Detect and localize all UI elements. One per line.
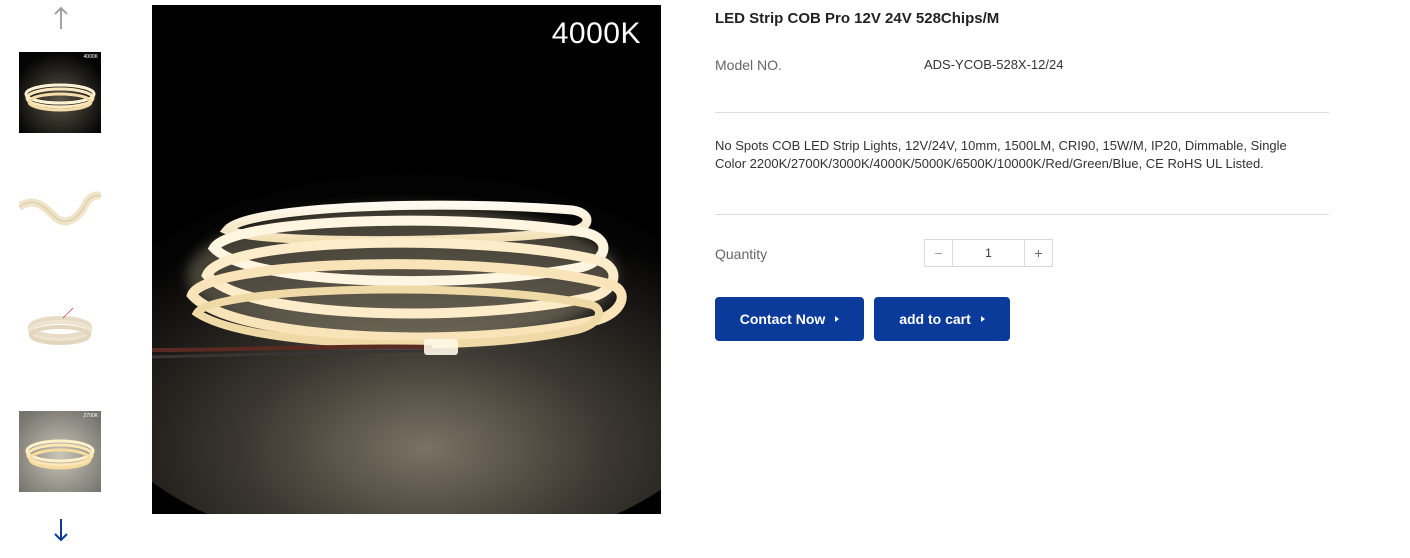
product-title: LED Strip COB Pro 12V 24V 528Chips/M	[715, 10, 1000, 27]
arrow-up-icon[interactable]	[50, 4, 72, 32]
contact-now-button[interactable]: Contact Now	[715, 297, 864, 341]
divider	[715, 214, 1329, 215]
add-to-cart-label: add to cart	[899, 311, 971, 327]
divider	[715, 112, 1329, 113]
model-value: ADS-YCOB-528X-12/24	[924, 57, 1064, 72]
color-temperature-label: 4000K	[551, 17, 641, 50]
thumbnail-label: 4000K	[83, 54, 98, 60]
quantity-label: Quantity	[715, 246, 768, 262]
model-label: Model NO.	[715, 57, 782, 73]
caret-right-icon	[835, 316, 840, 322]
main-product-image: 4000K	[152, 5, 661, 514]
thumbnail-gallery: 4000K 2700K	[0, 0, 120, 558]
quantity-input[interactable]	[953, 240, 1024, 266]
quantity-stepper: − +	[924, 239, 1053, 267]
thumbnail-2[interactable]	[19, 171, 101, 252]
thumbnail-4[interactable]: 2700K	[19, 411, 101, 492]
add-to-cart-button[interactable]: add to cart	[874, 297, 1010, 341]
caret-right-icon	[980, 316, 985, 322]
thumbnail-3[interactable]	[19, 290, 101, 371]
thumbnail-1[interactable]: 4000K	[19, 52, 101, 133]
contact-now-label: Contact Now	[739, 311, 826, 327]
thumbnail-label: 2700K	[83, 413, 98, 419]
decrease-quantity-button[interactable]: −	[925, 240, 953, 266]
arrow-down-icon[interactable]	[50, 516, 72, 544]
product-description: No Spots COB LED Strip Lights, 12V/24V, …	[715, 138, 1287, 171]
increase-quantity-button[interactable]: +	[1024, 240, 1052, 266]
